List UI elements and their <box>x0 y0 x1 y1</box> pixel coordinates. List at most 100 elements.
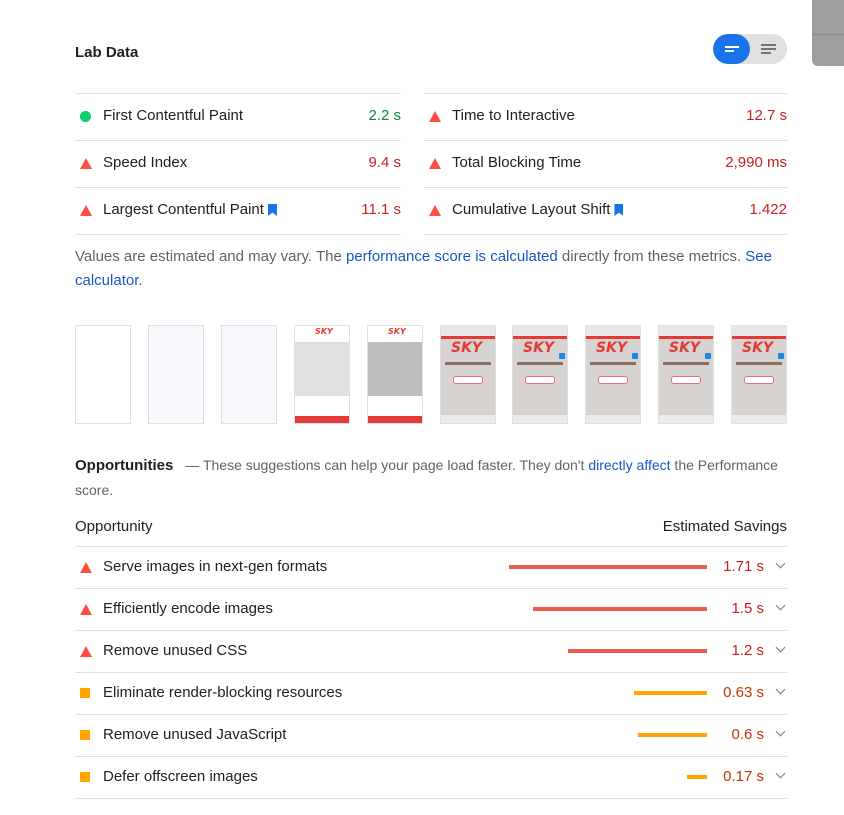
chevron-down-icon[interactable] <box>775 642 786 653</box>
frame-logo: SKY <box>742 340 774 356</box>
opportunity-row[interactable]: Remove unused CSS 1.2 s <box>75 631 787 673</box>
opportunity-label: Eliminate render-blocking resources <box>103 684 343 701</box>
metric-status-indicator <box>429 158 441 169</box>
chevron-down-icon[interactable] <box>775 600 786 611</box>
metrics-column-right: Time to Interactive 12.7 s Total Blocking … <box>424 93 787 235</box>
metric-status-indicator <box>80 111 91 122</box>
red-triangle-icon <box>429 111 441 122</box>
metric-status-indicator <box>80 205 92 216</box>
chevron-down-icon[interactable] <box>775 726 786 737</box>
red-triangle-icon <box>80 205 92 216</box>
savings-bar <box>509 565 707 569</box>
metric-row: Cumulative Layout Shift 1.422 <box>424 187 787 235</box>
frame-logo: SKY <box>388 327 406 336</box>
metric-label: First Contentful Paint <box>103 107 243 124</box>
performance-score-link[interactable]: performance score is calculated <box>346 248 558 265</box>
opportunity-status-indicator <box>80 730 90 740</box>
filmstrip: SKY SKY SKY SKY SKY SKY SKY <box>75 325 787 425</box>
opportunity-label: Efficiently encode images <box>103 600 273 617</box>
bookmark-icon <box>267 204 277 216</box>
savings-bar <box>568 649 707 653</box>
metric-row: Time to Interactive 12.7 s <box>424 93 787 140</box>
savings-value: 0.6 s <box>731 726 764 743</box>
savings-bar <box>638 733 707 737</box>
column-header-opportunity: Opportunity <box>75 518 153 535</box>
red-triangle-icon <box>80 562 92 573</box>
opportunity-row[interactable]: Remove unused JavaScript 0.6 s <box>75 715 787 757</box>
opportunities-list: Serve images in next-gen formats 1.71 s Ef… <box>75 546 787 799</box>
chevron-down-icon[interactable] <box>775 558 786 569</box>
opportunity-row[interactable]: Eliminate render-blocking resources 0.63 … <box>75 673 787 715</box>
list-view-button[interactable] <box>750 34 787 64</box>
filmstrip-frame <box>75 325 131 424</box>
green-circle-icon <box>80 111 91 122</box>
metric-value: 1.422 <box>749 201 787 218</box>
opportunity-row[interactable]: Serve images in next-gen formats 1.71 s <box>75 547 787 589</box>
metric-status-indicator <box>80 158 92 169</box>
frame-logo: SKY <box>669 340 701 356</box>
opportunity-row[interactable]: Defer offscreen images 0.17 s <box>75 757 787 799</box>
directly-affect-link[interactable]: directly affect <box>588 457 670 473</box>
opportunity-status-indicator <box>80 688 90 698</box>
lab-data-header: Lab Data <box>75 34 787 74</box>
metric-row: Speed Index 9.4 s <box>75 140 401 187</box>
column-header-savings: Estimated Savings <box>662 518 787 535</box>
bars-view-button[interactable] <box>713 34 750 64</box>
filmstrip-frame: SKY <box>367 325 423 424</box>
metric-name: First Contentful Paint <box>103 107 244 124</box>
metric-label: Largest Contentful Paint <box>103 201 277 218</box>
orange-square-icon <box>80 730 90 740</box>
metric-status-indicator <box>429 111 441 122</box>
metric-label: Cumulative Layout Shift <box>452 201 624 218</box>
chevron-down-icon[interactable] <box>775 768 786 779</box>
savings-bar <box>533 607 707 611</box>
lab-data-title: Lab Data <box>75 44 139 61</box>
metric-value: 12.7 s <box>746 107 787 124</box>
metric-value: 2.2 s <box>368 107 401 124</box>
opportunity-row[interactable]: Efficiently encode images 1.5 s <box>75 589 787 631</box>
metric-label: Time to Interactive <box>452 107 575 124</box>
metrics-view-toggle[interactable] <box>713 34 787 64</box>
chevron-down-icon[interactable] <box>775 684 786 695</box>
red-triangle-icon <box>429 158 441 169</box>
savings-value: 1.2 s <box>731 642 764 659</box>
red-triangle-icon <box>80 158 92 169</box>
disclaimer-text: . <box>138 272 143 289</box>
metric-name: Cumulative Layout Shift <box>452 201 611 218</box>
opportunity-status-indicator <box>80 562 92 573</box>
red-triangle-icon <box>429 205 441 216</box>
savings-value: 1.71 s <box>723 558 764 575</box>
filmstrip-frame <box>148 325 204 424</box>
opportunity-label: Remove unused JavaScript <box>103 726 287 743</box>
chat-badge-icon <box>632 353 638 359</box>
filmstrip-frame: SKY <box>731 325 787 424</box>
opportunities-column-headers: Opportunity Estimated Savings <box>75 516 787 546</box>
opportunities-header: Opportunities — These suggestions can hel… <box>75 453 787 503</box>
bars-view-icon <box>724 44 739 54</box>
metric-row: Largest Contentful Paint 11.1 s <box>75 187 401 235</box>
opportunities-description: — These suggestions can help your page l… <box>185 457 589 473</box>
metrics-column-left: First Contentful Paint 2.2 s Speed Index 9.… <box>75 93 401 235</box>
orange-square-icon <box>80 772 90 782</box>
metric-label: Total Blocking Time <box>452 154 581 171</box>
savings-value: 1.5 s <box>731 600 764 617</box>
red-triangle-icon <box>80 604 92 615</box>
savings-bar <box>634 691 707 695</box>
filmstrip-frame: SKY <box>294 325 350 424</box>
opportunity-status-indicator <box>80 604 92 615</box>
disclaimer-text: Values are estimated and may vary. The <box>75 248 346 265</box>
filmstrip-frame: SKY <box>512 325 568 424</box>
opportunity-label: Serve images in next-gen formats <box>103 558 328 575</box>
savings-bar <box>687 775 707 779</box>
savings-value: 0.17 s <box>723 768 764 785</box>
scrollbar-thumb[interactable] <box>812 0 844 66</box>
frame-logo: SKY <box>315 327 333 336</box>
metric-row: Total Blocking Time 2,990 ms <box>424 140 787 187</box>
chat-badge-icon <box>705 353 711 359</box>
opportunities-title: Opportunities <box>75 457 174 474</box>
metric-name: Total Blocking Time <box>452 154 582 171</box>
metric-value: 11.1 s <box>361 201 401 218</box>
chat-badge-icon <box>559 353 565 359</box>
frame-logo: SKY <box>523 340 555 356</box>
metric-label: Speed Index <box>103 154 187 171</box>
